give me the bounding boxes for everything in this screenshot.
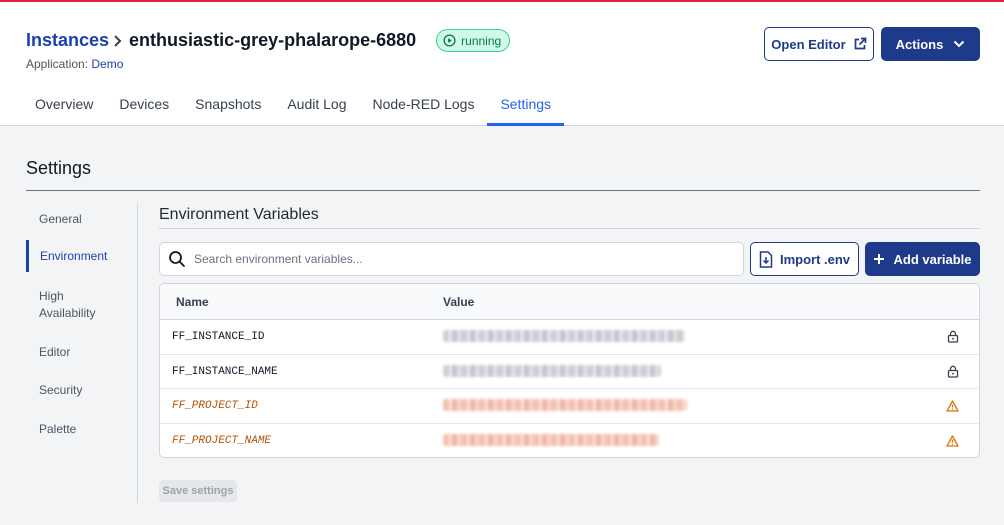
column-header-value: Value — [443, 295, 475, 309]
table-row[interactable]: FF_INSTANCE_NAME enthusiastic-grey-phala… — [160, 355, 979, 389]
env-variables-table: Name Value FF_INSTANCE_ID 7f3a9c1e-4b2d-… — [159, 283, 980, 458]
table-row[interactable]: FF_INSTANCE_ID 7f3a9c1e-4b2d-4e8a-9c1f-2… — [160, 320, 979, 355]
section-divider — [159, 228, 980, 229]
application-link[interactable]: Demo — [91, 57, 123, 71]
env-var-name: FF_INSTANCE_NAME — [172, 365, 278, 378]
warning-icon — [946, 434, 959, 452]
env-var-value-masked: enthusiastic-grey-phalarope-6880 — [443, 433, 659, 446]
env-var-value-masked: c1d2e3f4-a5b6-4c7d-8e9f-0a1b2c3d4e5f — [443, 399, 687, 411]
env-var-value-masked: enthusiastic-grey-phalarope-6880 — [443, 364, 661, 377]
column-header-name: Name — [176, 295, 209, 309]
tab-snapshots[interactable]: Snapshots — [182, 84, 274, 125]
search-icon — [169, 251, 185, 267]
environment-variables-title: Environment Variables — [159, 206, 319, 223]
settings-title: Settings — [26, 158, 92, 178]
breadcrumb: Instances enthusiastic-grey-phalarope-68… — [26, 29, 511, 52]
save-settings-button[interactable]: Save settings — [159, 480, 237, 502]
plus-icon — [874, 254, 885, 264]
sidebar-item-security[interactable]: Security — [26, 382, 136, 399]
file-download-icon — [759, 250, 773, 268]
external-link-icon — [854, 37, 867, 50]
add-variable-button[interactable]: Add variable — [865, 242, 980, 276]
import-env-button[interactable]: Import .env — [750, 242, 859, 276]
table-row[interactable]: FF_PROJECT_ID c1d2e3f4-a5b6-4c7d-8e9f-0a… — [160, 389, 979, 424]
sidebar-item-general[interactable]: General — [26, 211, 136, 228]
import-env-label: Import .env — [779, 251, 851, 267]
env-search-input[interactable] — [194, 252, 714, 266]
settings-sidebar: General Environment High Availability Ed… — [26, 203, 138, 503]
instance-tabs: Overview Devices Snapshots Audit Log Nod… — [22, 84, 564, 126]
table-row[interactable]: FF_PROJECT_NAME enthusiastic-grey-phalar… — [160, 424, 979, 458]
env-var-name: FF_INSTANCE_ID — [172, 331, 265, 343]
sidebar-item-high-availability[interactable]: High Availability — [26, 288, 106, 322]
page-header: Instances enthusiastic-grey-phalarope-68… — [0, 2, 1004, 126]
actions-dropdown-button[interactable]: Actions — [881, 27, 980, 61]
tab-overview[interactable]: Overview — [22, 84, 106, 125]
settings-divider — [26, 190, 980, 191]
sidebar-item-environment[interactable]: Environment — [26, 240, 136, 272]
warning-icon — [946, 399, 959, 417]
open-editor-label: Open Editor — [771, 36, 846, 52]
lock-icon — [947, 330, 959, 348]
sidebar-item-palette[interactable]: Palette — [26, 421, 136, 438]
play-circle-icon — [443, 34, 456, 47]
chevron-down-icon — [954, 40, 965, 48]
status-text: running — [461, 33, 502, 48]
open-editor-button[interactable]: Open Editor — [764, 27, 874, 61]
table-header: Name Value — [160, 284, 979, 320]
chevron-right-icon — [113, 34, 123, 48]
sidebar-item-editor[interactable]: Editor — [26, 344, 136, 361]
instance-name: enthusiastic-grey-phalarope-6880 — [129, 30, 417, 50]
breadcrumb-instances-link[interactable]: Instances — [26, 30, 109, 51]
tab-node-red-logs[interactable]: Node-RED Logs — [360, 84, 488, 125]
tab-settings[interactable]: Settings — [487, 84, 564, 126]
env-var-value-masked: 7f3a9c1e-4b2d-4e8a-9c1f-2d3e4f5a6b7c — [443, 330, 685, 342]
actions-label: Actions — [895, 36, 944, 52]
tab-devices[interactable]: Devices — [106, 84, 182, 125]
status-badge: running — [436, 29, 511, 52]
env-var-name: FF_PROJECT_ID — [172, 400, 258, 412]
add-variable-label: Add variable — [893, 251, 972, 267]
application-label: Application: — [26, 57, 89, 71]
application-line: Application: Demo — [26, 57, 123, 71]
tab-audit-log[interactable]: Audit Log — [274, 84, 359, 125]
env-search-box — [159, 242, 744, 276]
env-var-name: FF_PROJECT_NAME — [172, 434, 272, 447]
lock-icon — [947, 365, 959, 383]
